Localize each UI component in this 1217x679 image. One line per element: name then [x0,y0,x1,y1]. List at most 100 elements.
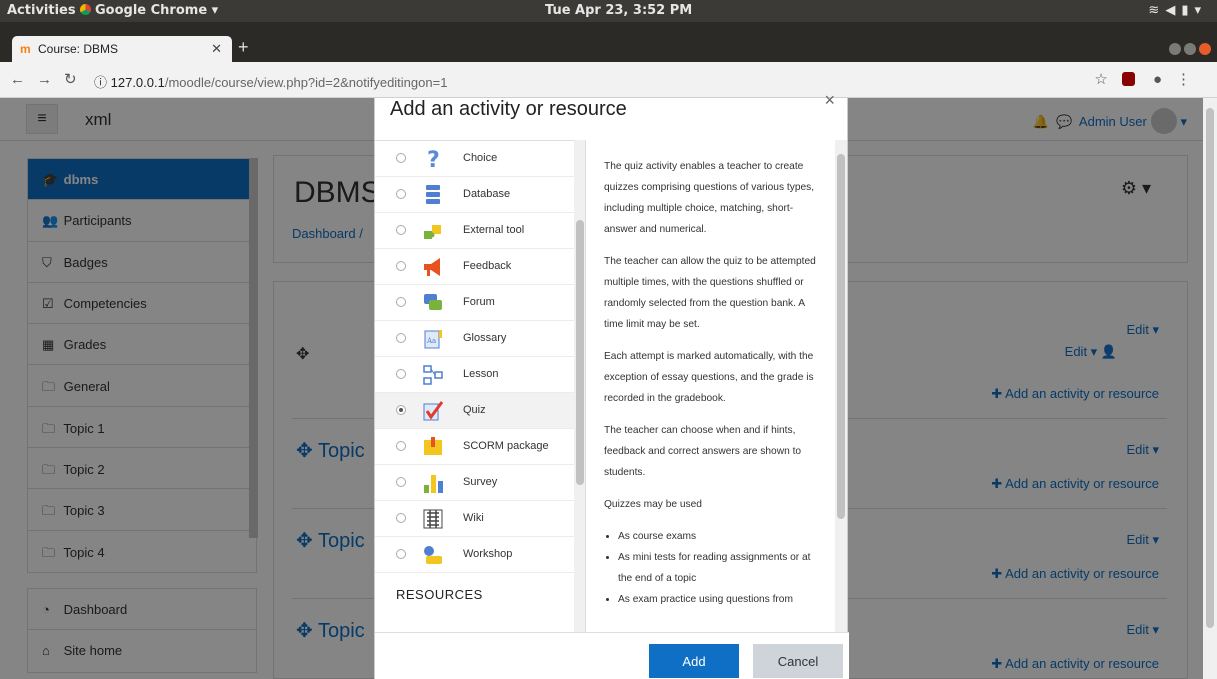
resources-heading: RESOURCES [396,587,483,602]
megaphone-icon [421,255,445,279]
activity-radio[interactable] [396,189,406,199]
app-menu[interactable]: Google Chrome ▾ [80,3,218,18]
app-name: Google Chrome ▾ [95,3,219,18]
activity-option-workshop[interactable]: Workshop [375,537,574,573]
activity-option-label: Choice [463,152,498,164]
lesson-icon [421,363,445,387]
description-paragraph: The teacher can allow the quiz to be att… [604,256,816,330]
description-paragraph: The teacher can choose when and if hints… [604,425,802,478]
star-icon[interactable]: ☆ [1094,71,1121,88]
screen: Activities Google Chrome ▾ Tue Apr 23, 3… [0,0,1217,679]
menu-icon[interactable]: ⋮ [1176,71,1205,88]
forward-icon[interactable]: → [37,71,64,88]
workshop-icon [421,543,445,567]
os-top-bar: Activities Google Chrome ▾ Tue Apr 23, 3… [0,0,1217,22]
activity-radio[interactable] [396,477,406,487]
cancel-button[interactable]: Cancel [753,644,843,678]
description-paragraph: The quiz activity enables a teacher to c… [604,161,815,235]
resources-section: RESOURCES [375,573,574,623]
chrome-icon [80,4,91,15]
activity-option-label: Survey [463,476,498,488]
activity-option-scorm-package[interactable]: SCORM package [375,429,574,465]
tab-title: Course: DBMS [38,42,119,56]
new-tab-button[interactable]: + [238,37,249,58]
close-icon[interactable]: × [824,90,835,111]
url-path: /moodle/course/view.php?id=2&notifyediti… [164,75,448,90]
survey-icon [421,471,445,495]
description-list: As course exams As mini tests for readin… [618,526,819,610]
back-icon[interactable]: ← [10,71,37,88]
toolbar-right: ☆ ●⋮ [1094,70,1205,88]
activity-option-external-tool[interactable]: External tool [375,213,574,249]
address-bar: ←→↻ ⓘ 127.0.0.1/moodle/course/view.php?i… [0,62,1217,98]
volume-icon: ◀ [1165,3,1182,18]
activity-radio[interactable] [396,405,406,415]
description-scrollbar-thumb[interactable] [837,154,845,519]
activity-option-choice[interactable]: ? Choice [375,141,574,177]
url-field[interactable]: ⓘ 127.0.0.1/moodle/course/view.php?id=2&… [94,72,447,91]
activity-option-label: Forum [463,296,495,308]
activity-radio[interactable] [396,549,406,559]
option-list-scrollbar-thumb[interactable] [576,220,584,485]
minimize-button[interactable] [1169,43,1181,55]
nav-buttons: ←→↻ [10,70,89,88]
ublock-icon[interactable] [1121,72,1135,86]
activity-option-feedback[interactable]: Feedback [375,249,574,285]
activity-option-list: ? Choice Database External tool Feedback Foru… [375,140,574,632]
activity-option-label: Workshop [463,548,513,560]
wifi-icon: ≋ [1148,3,1166,18]
system-tray[interactable]: ≋◀▮▾ [1148,3,1207,18]
close-window-button[interactable] [1199,43,1211,55]
page-scrollbar-thumb[interactable] [1206,108,1214,628]
page-scrollbar[interactable] [1203,98,1217,679]
activity-option-database[interactable]: Database [375,177,574,213]
activity-option-wiki[interactable]: Wiki [375,501,574,537]
database-icon [421,183,445,207]
reload-icon[interactable]: ↻ [64,71,89,88]
svg-text:?: ? [427,148,440,171]
activities-button[interactable]: Activities [7,3,76,18]
forum-icon [421,291,445,315]
scorm-icon [421,435,445,459]
activity-chooser-modal: Add an activity or resource × ? Choice Dat… [374,90,849,679]
activity-option-label: SCORM package [463,440,549,452]
close-tab-icon[interactable]: ✕ [211,41,222,57]
glossary-icon: Aa [421,327,445,351]
activity-radio[interactable] [396,441,406,451]
description-list-item: As exam practice using questions from [618,589,819,610]
clock[interactable]: Tue Apr 23, 3:52 PM [545,3,692,18]
activity-radio[interactable] [396,333,406,343]
activity-description: The quiz activity enables a teacher to c… [585,140,849,632]
puzzle-icon [421,219,445,243]
info-icon[interactable]: ⓘ [94,75,111,90]
wiki-icon [421,507,445,531]
activity-option-survey[interactable]: Survey [375,465,574,501]
activity-radio[interactable] [396,225,406,235]
activity-option-lesson[interactable]: Lesson [375,357,574,393]
activity-option-forum[interactable]: Forum [375,285,574,321]
account-icon[interactable]: ● [1153,71,1176,88]
description-list-item: As course exams [618,526,819,547]
activity-radio[interactable] [396,153,406,163]
choice-icon: ? [421,147,445,173]
activity-radio[interactable] [396,297,406,307]
activity-radio[interactable] [396,261,406,271]
activity-radio[interactable] [396,513,406,523]
svg-text:Aa: Aa [426,337,436,345]
chevron-down-icon: ▾ [1194,3,1207,18]
moodle-favicon-icon: m [20,42,31,56]
activity-radio[interactable] [396,369,406,379]
activity-option-quiz[interactable]: Quiz [375,393,574,429]
add-button[interactable]: Add [649,644,739,678]
modal-title: Add an activity or resource [390,98,627,120]
battery-icon: ▮ [1181,3,1195,18]
activity-option-label: Wiki [463,512,484,524]
description-paragraph: Quizzes may be used [604,499,702,510]
tab-course-dbms[interactable]: m Course: DBMS ✕ [12,36,232,62]
description-paragraph: Each attempt is marked automatically, wi… [604,351,814,404]
activity-option-label: External tool [463,224,525,236]
activity-option-label: Lesson [463,368,499,380]
activity-option-glossary[interactable]: Aa Glossary [375,321,574,357]
description-scrollbar[interactable] [835,140,847,632]
maximize-button[interactable] [1184,43,1196,55]
